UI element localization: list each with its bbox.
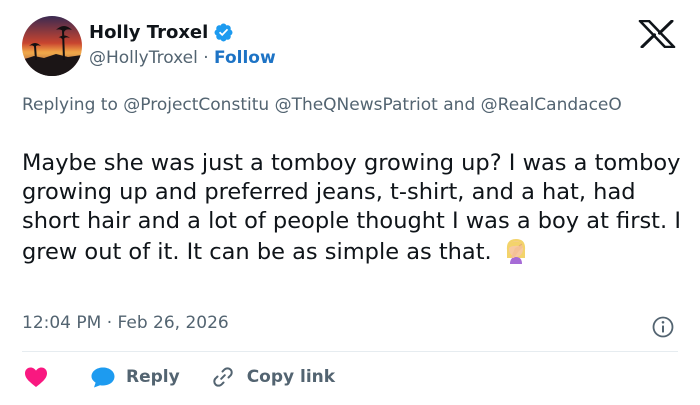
x-logo-icon[interactable] xyxy=(636,20,678,48)
verified-badge-icon xyxy=(214,23,233,42)
mention-link[interactable]: @ProjectConstitu xyxy=(123,95,269,115)
tweet-date: Feb 26, 2026 xyxy=(117,313,229,333)
tweet-body: Maybe she was just a tomboy growing up? … xyxy=(22,150,681,265)
reply-context-prefix: Replying to xyxy=(22,95,118,115)
woman-facepalming-emoji-icon xyxy=(506,239,525,264)
tweet-time: 12:04 PM xyxy=(22,313,102,333)
action-bar: Reply Copy link xyxy=(24,362,335,392)
author-name-row: Holly Troxel xyxy=(89,22,234,43)
author-display-name[interactable]: Holly Troxel xyxy=(89,22,208,43)
timestamp-separator: · xyxy=(106,313,113,333)
divider xyxy=(22,351,678,352)
avatar[interactable] xyxy=(22,16,82,76)
link-icon xyxy=(213,367,233,387)
avatar-sunset-image xyxy=(22,16,82,76)
reply-button[interactable]: Reply xyxy=(90,366,180,388)
info-icon[interactable] xyxy=(651,315,675,339)
tweet-text: Maybe she was just a tomboy growing up? … xyxy=(22,149,692,267)
handle-separator: · xyxy=(203,48,209,68)
mention-link[interactable]: @RealCandaceO xyxy=(481,95,622,115)
mention-link[interactable]: @TheQNewsPatriot xyxy=(275,95,438,115)
reply-label: Reply xyxy=(126,367,180,387)
follow-button[interactable]: Follow xyxy=(214,48,276,68)
like-button[interactable] xyxy=(24,366,48,388)
reply-context-conjunction: and xyxy=(443,95,476,115)
reply-context: Replying to @ProjectConstitu @TheQNewsPa… xyxy=(22,93,672,117)
timestamp[interactable]: 12:04 PM · Feb 26, 2026 xyxy=(22,313,229,333)
copy-link-label: Copy link xyxy=(246,367,336,387)
author-handle-row: @HollyTroxel · Follow xyxy=(89,48,276,68)
speech-bubble-icon xyxy=(91,367,115,388)
author-handle[interactable]: @HollyTroxel xyxy=(89,48,198,68)
heart-icon xyxy=(25,367,47,387)
copy-link-button[interactable]: Copy link xyxy=(211,365,335,389)
tweet-card: Holly Troxel @HollyTroxel · Follow Reply… xyxy=(0,0,700,405)
